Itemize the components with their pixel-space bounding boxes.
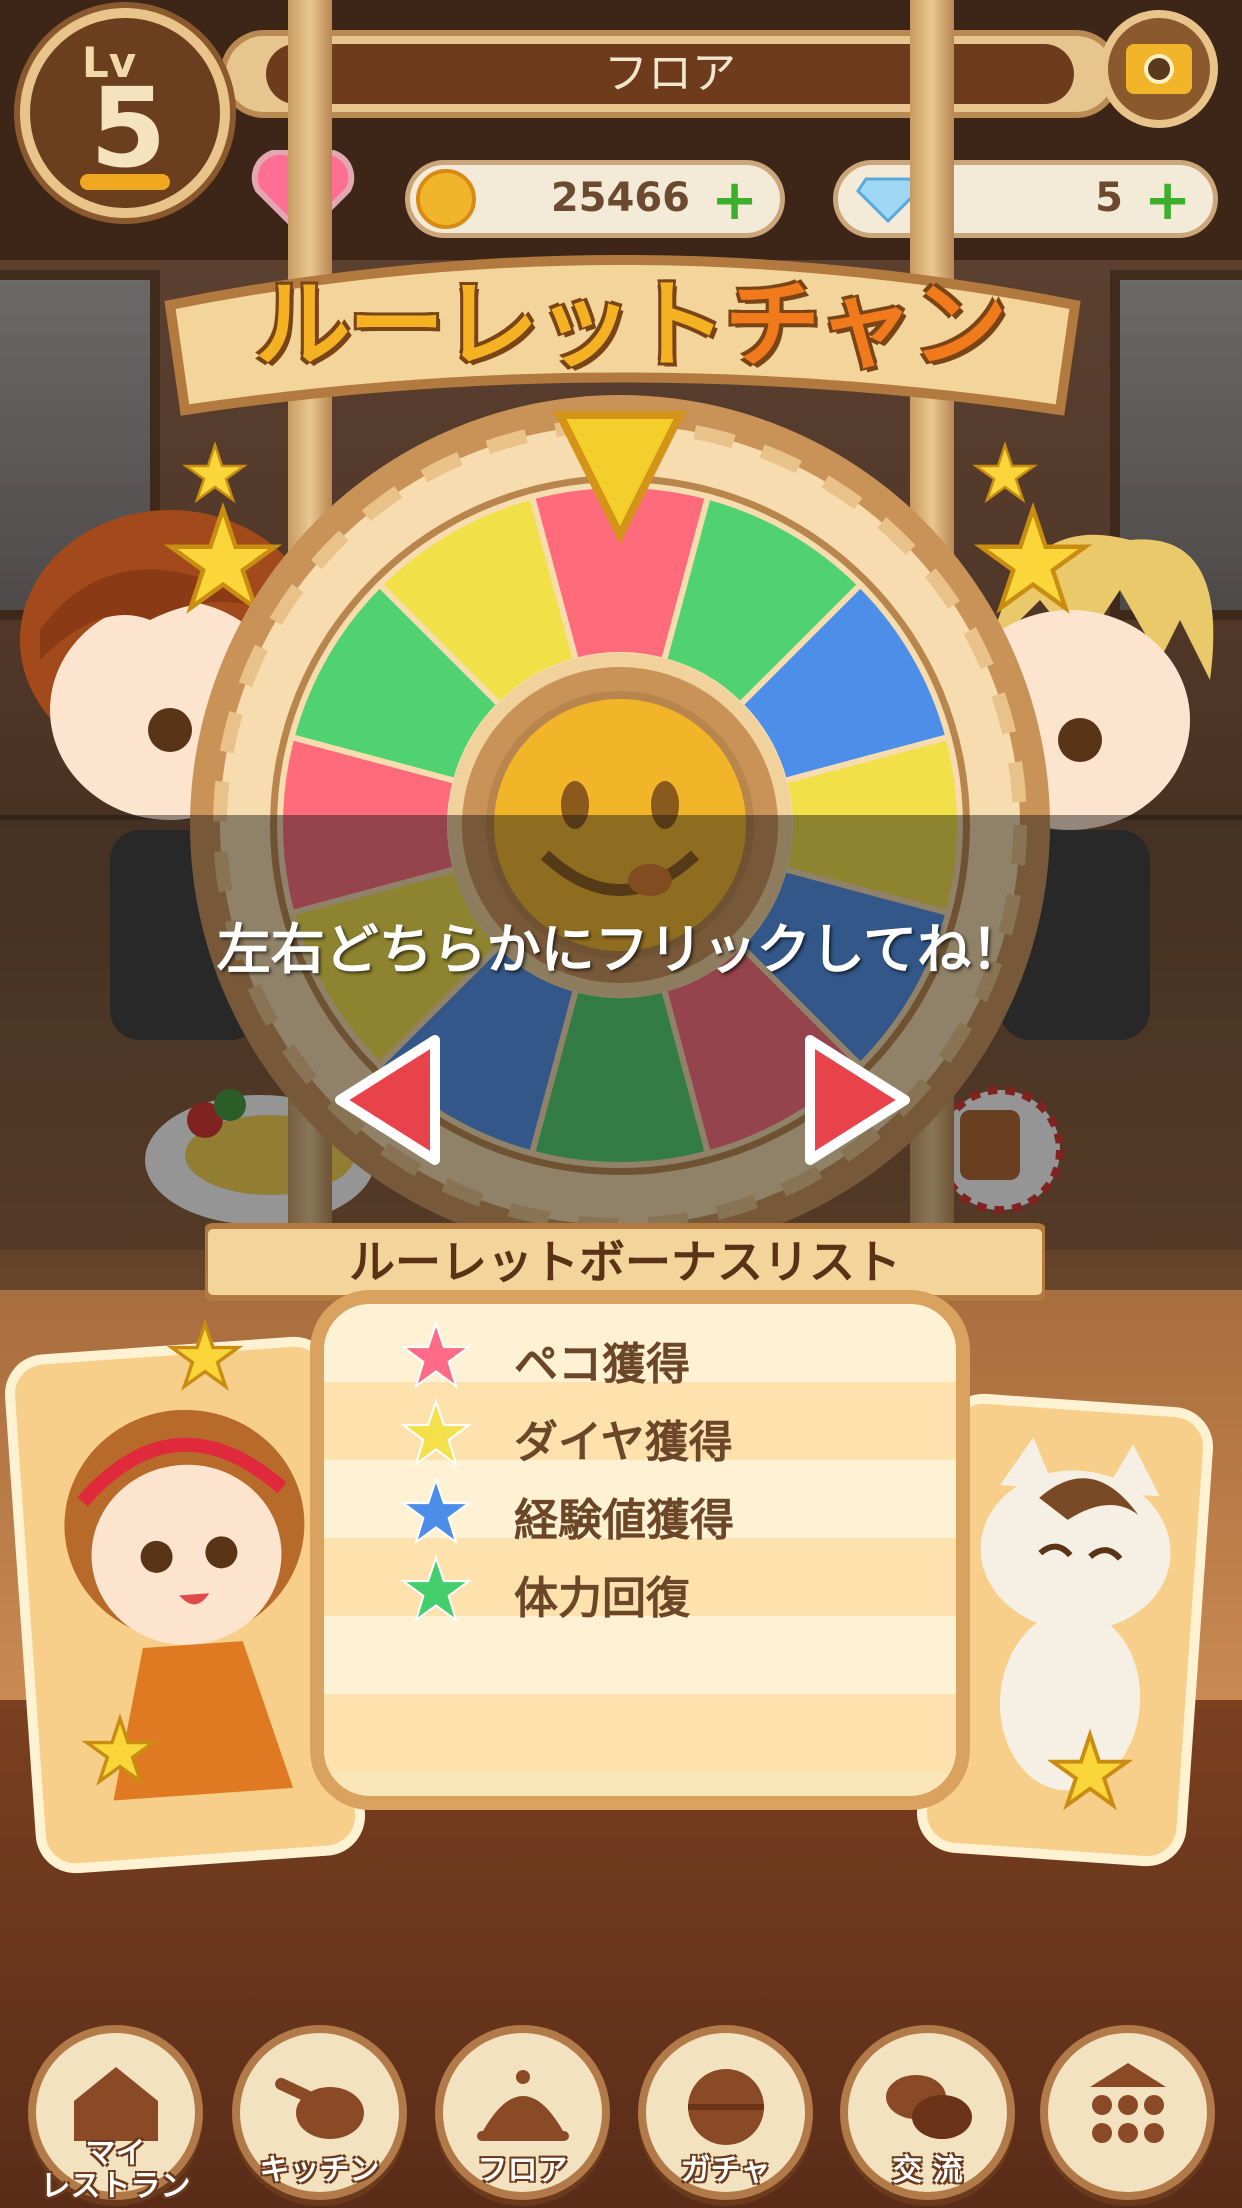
yellow-star-icon — [400, 1398, 472, 1467]
coin-amount: 25466 — [550, 175, 690, 221]
add-gems-button[interactable]: + — [1144, 173, 1191, 229]
bonus-item-label: 経験値獲得 — [514, 1495, 734, 1546]
level-badge[interactable]: Lv 5 — [20, 8, 230, 218]
nav-my-restaurant-button[interactable]: マイ レストラン — [28, 2025, 203, 2204]
gem-amount: 5 — [1095, 175, 1123, 221]
bonus-item-peko: ペコ獲得 — [399, 1316, 956, 1394]
nav-label: フロア — [477, 2153, 568, 2188]
screen-title-bar: フロア — [220, 30, 1120, 118]
grid-menu-icon — [1090, 2063, 1166, 2143]
bonus-list-panel: ペコ獲得 ダイヤ獲得 経験値獲得 体力回復 — [310, 1290, 970, 1810]
bonus-item-label: 体力回復 — [514, 1573, 690, 1624]
nav-gacha-button[interactable]: ガチャ — [638, 2025, 813, 2200]
gem-counter: 5 + — [833, 160, 1218, 238]
nav-label: ガチャ — [680, 2153, 771, 2188]
bonus-item-diamond: ダイヤ獲得 — [399, 1394, 956, 1472]
nav-label: キッチン — [259, 2153, 380, 2188]
frying-pan-icon — [275, 2077, 364, 2139]
bonus-item-stamina: 体力回復 — [399, 1550, 956, 1628]
green-star-icon — [400, 1554, 472, 1623]
star-decoration-small — [81, 1713, 159, 1786]
smiley-coin-icon — [416, 169, 476, 229]
camera-button[interactable] — [1100, 10, 1218, 128]
cloche-icon — [477, 2070, 569, 2141]
nav-exchange-button[interactable]: 交 流 — [840, 2025, 1015, 2200]
title-part-roulette: ルーレット — [254, 269, 726, 381]
add-coins-button[interactable]: + — [711, 173, 758, 229]
nav-label-line2: レストラン — [40, 2169, 191, 2204]
nav-menu-button[interactable] — [1040, 2025, 1215, 2200]
blue-star-icon — [400, 1476, 472, 1545]
camera-lens-icon — [1144, 54, 1174, 84]
bonus-item-label: ペコ獲得 — [514, 1339, 690, 1390]
xp-bar — [80, 174, 170, 190]
bonus-item-experience: 経験値獲得 — [399, 1472, 956, 1550]
roulette-chance-title: ルーレットチャンス — [220, 250, 1040, 531]
flick-instruction: 左右どちらかにフリックしてね！ — [216, 918, 1026, 981]
nav-kitchen-button[interactable]: キッチン — [232, 2025, 407, 2200]
bonus-item-label: ダイヤ獲得 — [514, 1417, 733, 1468]
panel-stripe — [324, 1694, 956, 1772]
instruction-overlay — [0, 815, 1242, 1290]
flick-left-arrow-button[interactable] — [330, 1030, 450, 1170]
coin-counter: 25466 + — [405, 160, 785, 238]
flick-right-arrow-button[interactable] — [795, 1030, 915, 1170]
nav-floor-button[interactable]: フロア — [435, 2025, 610, 2200]
level-number: 5 — [90, 64, 167, 192]
star-decoration-small — [1046, 1728, 1134, 1811]
nav-label: 交 流 — [892, 2153, 963, 2188]
pink-star-icon — [400, 1320, 472, 1389]
speech-bubbles-icon — [886, 2075, 972, 2139]
gacha-capsule-icon — [688, 2069, 764, 2145]
star-decoration-small — [166, 1318, 244, 1391]
